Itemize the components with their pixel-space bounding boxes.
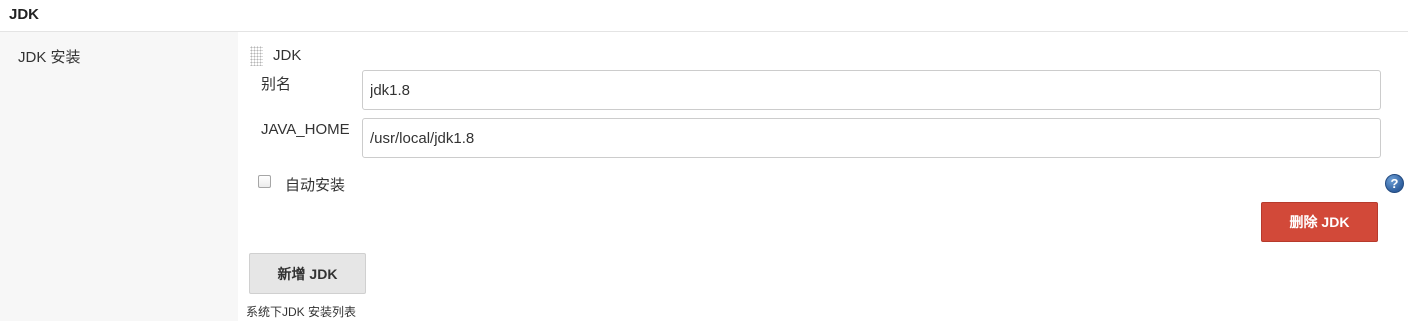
auto-install-label[interactable]: 自动安装 xyxy=(285,174,345,195)
java-home-input[interactable] xyxy=(362,118,1381,158)
alias-label: 别名 xyxy=(261,76,292,93)
alias-input[interactable] xyxy=(362,70,1381,110)
auto-install-checkbox[interactable] xyxy=(258,175,271,188)
add-jdk-button[interactable]: 新增 JDK xyxy=(249,253,366,294)
section-title: JDK xyxy=(9,6,40,23)
jdk-install-label: JDK 安装 xyxy=(18,49,81,66)
delete-jdk-button[interactable]: 删除 JDK xyxy=(1261,202,1378,242)
java-home-label: JAVA_HOME xyxy=(261,121,350,138)
jdk-block-title: JDK xyxy=(273,47,302,64)
section-header: JDK xyxy=(0,0,1408,32)
help-icon[interactable]: ? xyxy=(1385,174,1404,193)
drag-handle-icon[interactable] xyxy=(250,46,263,66)
settings-label-column xyxy=(0,32,238,321)
jdk-list-description: 系统下JDK 安装列表 xyxy=(246,305,357,319)
